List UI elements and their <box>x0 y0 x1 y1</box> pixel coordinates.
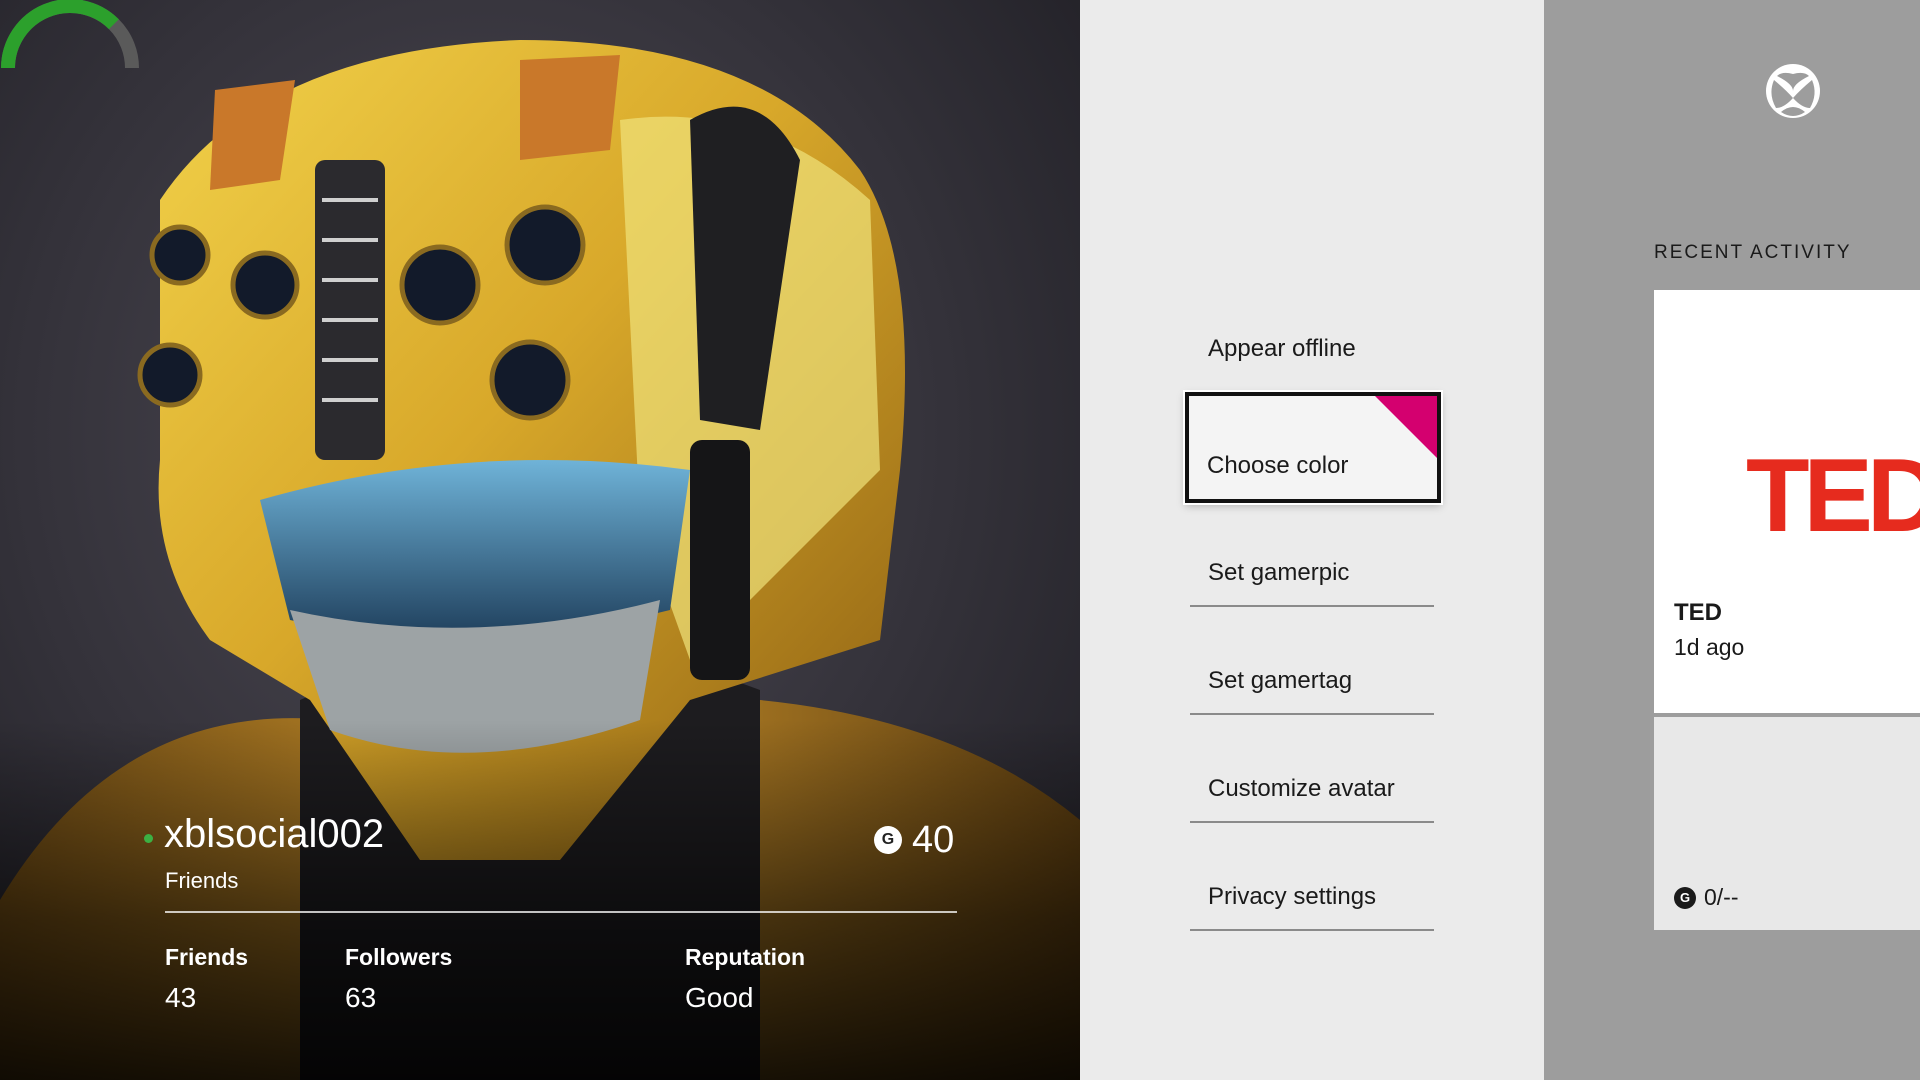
online-presence-icon <box>144 834 153 843</box>
menu-item-set-gamertag[interactable]: Set gamertag <box>1190 625 1434 715</box>
gamerscore-value: 40 <box>912 818 955 861</box>
activity-panel: RECENT ACTIVITY TED TED 1d ago G 0/-- <box>1544 0 1920 1080</box>
gamertag: xblsocial002 <box>164 812 385 856</box>
activity-score-value: 0/-- <box>1704 884 1739 910</box>
menu-item-appear-offline[interactable]: Appear offline <box>1190 293 1434 381</box>
menu-item-set-gamerpic[interactable]: Set gamerpic <box>1190 517 1434 607</box>
activity-card[interactable]: TED TED 1d ago G 0/-- <box>1654 290 1920 930</box>
activity-card-score: G 0/-- <box>1674 884 1739 911</box>
friends-count: 43 <box>165 982 197 1013</box>
gamerscore-icon: G <box>874 826 902 854</box>
color-swatch-icon <box>1375 396 1437 458</box>
menu-item-customize-avatar[interactable]: Customize avatar <box>1190 733 1434 823</box>
menu-item-label: Set gamerpic <box>1208 559 1350 586</box>
menu-item-label: Set gamertag <box>1208 667 1353 694</box>
xbox-logo-icon[interactable] <box>1764 62 1822 120</box>
menu-item-label: Appear offline <box>1208 335 1356 362</box>
friends-label: Friends <box>165 944 249 970</box>
followers-label: Followers <box>345 944 453 970</box>
ted-logo: TED <box>1746 438 1920 554</box>
followers-count: 63 <box>345 982 377 1013</box>
menu-item-privacy-settings[interactable]: Privacy settings <box>1190 841 1434 931</box>
reputation-label: Reputation <box>685 944 806 970</box>
activity-card-time: 1d ago <box>1674 634 1745 660</box>
activity-card-title: TED <box>1674 599 1722 626</box>
menu-item-label: Choose color <box>1207 452 1349 479</box>
reputation-gauge <box>1 0 139 69</box>
stats-divider <box>165 911 957 913</box>
gamerscore: G 40 <box>874 818 954 862</box>
reputation-value: Good <box>685 982 754 1013</box>
recent-activity-heading: RECENT ACTIVITY <box>1654 242 1852 263</box>
profile-hero: xblsocial002 Friends G 40 Friends 43 Fol… <box>0 0 1080 1080</box>
menu-item-label: Customize avatar <box>1208 775 1395 802</box>
menu-item-choose-color[interactable]: Choose color <box>1185 392 1441 503</box>
menu-item-label: Privacy settings <box>1208 883 1377 910</box>
profile-menu: Appear offline Choose color Set gamerpic… <box>1080 0 1544 1080</box>
gamerscore-icon: G <box>1674 886 1696 909</box>
relationship-label: Friends <box>165 868 239 893</box>
